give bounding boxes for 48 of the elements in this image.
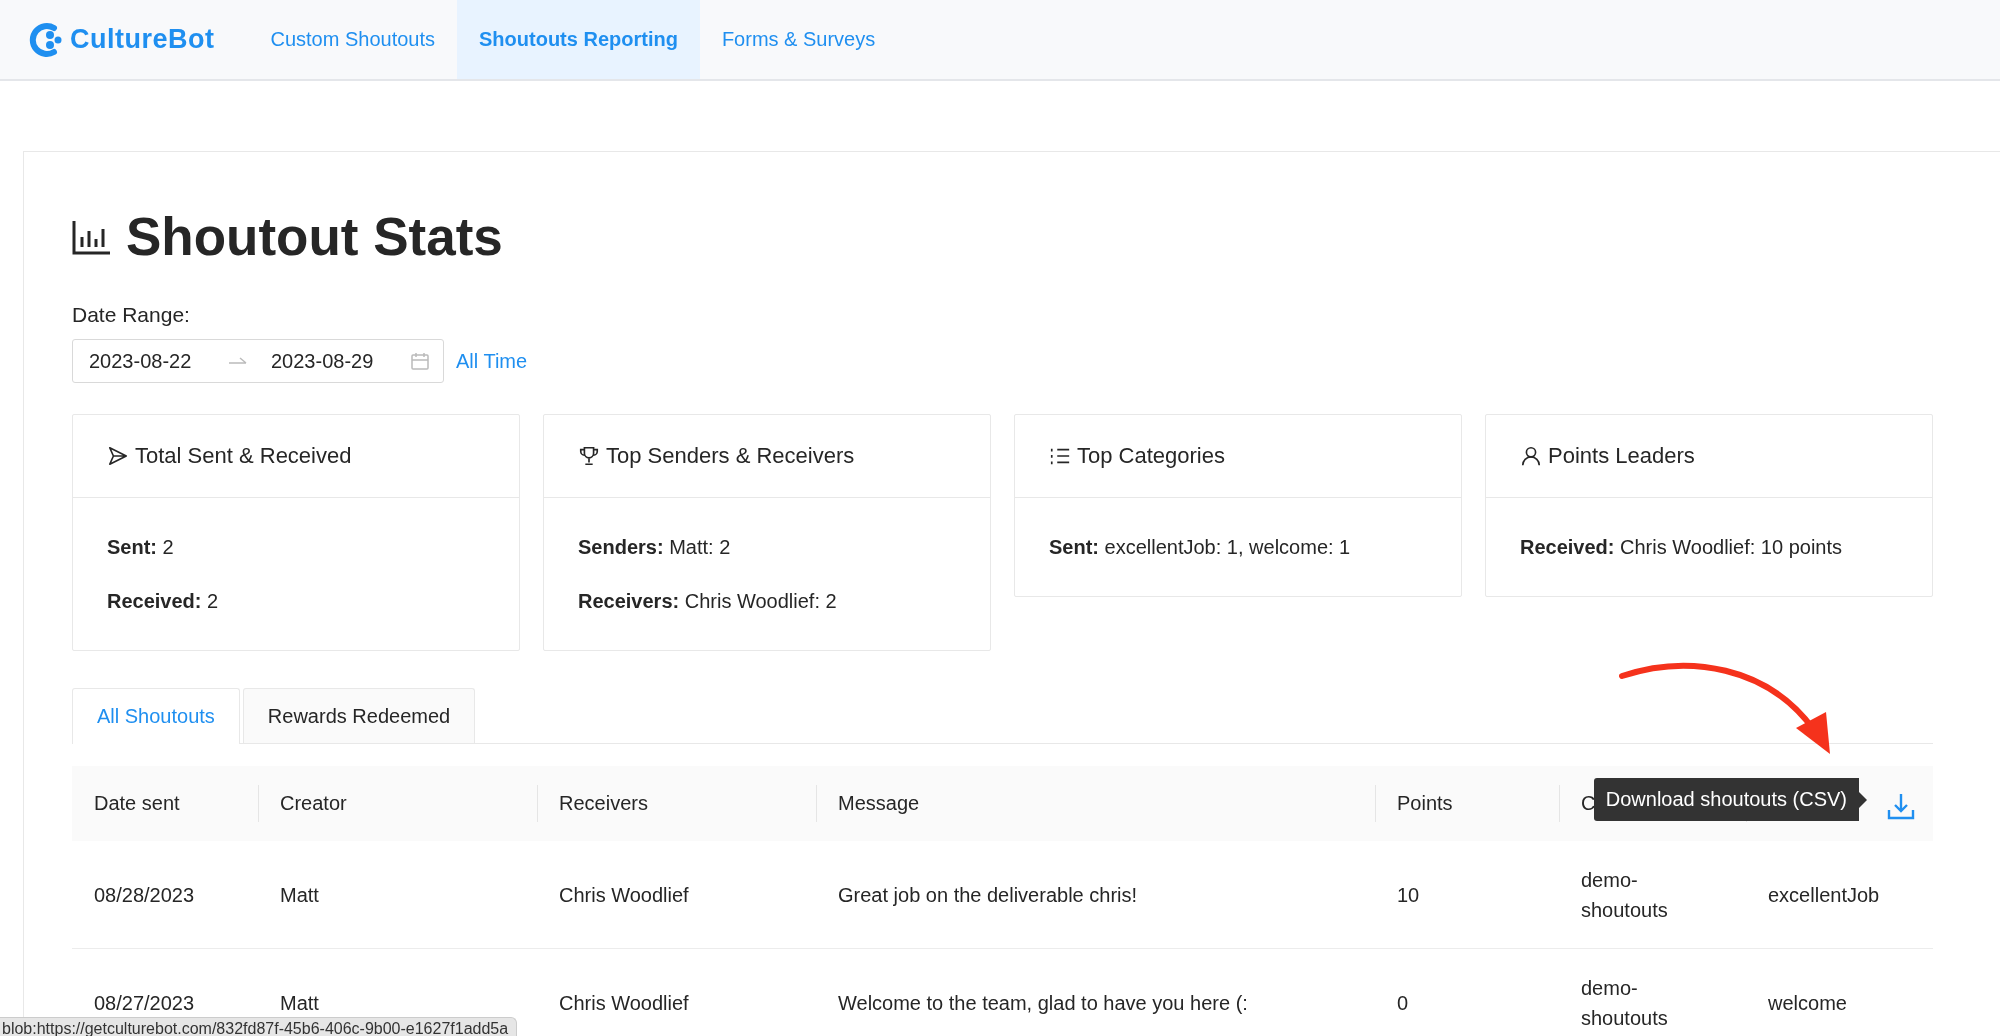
column-header: Creator xyxy=(280,792,347,814)
table-cell: 08/28/2023 xyxy=(94,883,195,906)
card-title: Total Sent & Received xyxy=(135,443,352,469)
table-cell: 08/27/2023 xyxy=(94,991,195,1014)
stat-line: Senders: Matt: 2 xyxy=(578,535,732,560)
date-range-picker[interactable]: 2023-08-22 2023-08-29 xyxy=(72,339,444,383)
card-title: Top Categories xyxy=(1077,443,1225,469)
calendar-icon xyxy=(411,352,429,370)
stat-line: Received: Chris Woodlief: 10 points xyxy=(1520,535,1844,560)
send-icon xyxy=(107,445,129,467)
bar-chart-icon xyxy=(72,218,112,255)
table-cell: Chris Woodlief xyxy=(559,991,689,1014)
nav-tab[interactable]: Custom Shoutouts xyxy=(248,0,457,79)
table-tab[interactable]: Rewards Redeemed xyxy=(242,688,476,743)
trophy-icon xyxy=(578,445,600,467)
table-cell-text: demo-shoutouts xyxy=(1581,975,1669,1031)
column-header: Receivers xyxy=(559,792,648,814)
table-cell: Welcome to the team, glad to have you here (: xyxy=(838,991,1248,1014)
column-header: Message xyxy=(838,792,920,814)
table-cell: excellentJob xyxy=(1768,883,1880,906)
nav-tab[interactable]: Shoutouts Reporting xyxy=(457,0,700,79)
column-header: C xyxy=(1581,792,1596,814)
arrow-icon xyxy=(229,357,247,365)
user-icon xyxy=(1520,445,1542,467)
table-tab[interactable]: All Shoutouts xyxy=(72,688,240,744)
stat-line: Sent: excellentJob: 1, welcome: 1 xyxy=(1049,535,1352,560)
table-cell: 10 xyxy=(1397,883,1420,906)
brand-name: CultureBot xyxy=(70,24,215,55)
table-cell: Chris Woodlief xyxy=(559,883,689,906)
table-cell: Great job on the deliverable chris! xyxy=(838,883,1138,906)
date-range-label: Date Range: xyxy=(72,303,191,327)
tooltip: Download shoutouts (CSV) xyxy=(1593,778,1867,821)
table-cell-text: demo-shoutouts xyxy=(1581,867,1669,923)
card-title: Top Senders & Receivers xyxy=(606,443,855,469)
table-cell: Matt xyxy=(280,991,319,1014)
stat-line: Receivers: Chris Woodlief: 2 xyxy=(578,589,838,614)
download-icon xyxy=(1887,792,1915,820)
column-header: Points xyxy=(1397,792,1453,814)
all-time-link[interactable]: All Time xyxy=(456,349,528,373)
table-cell: Matt xyxy=(280,883,319,906)
page-title: Shoutout Stats xyxy=(126,206,503,267)
table-cell: welcome xyxy=(1768,991,1847,1014)
nav-tab[interactable]: Forms & Surveys xyxy=(699,0,898,79)
stat-line: Received: 2 xyxy=(107,589,220,614)
table-cell: 0 xyxy=(1397,991,1409,1014)
column-header: Date sent xyxy=(94,792,180,814)
stat-line: Sent: 2 xyxy=(107,535,175,560)
card-title: Points Leaders xyxy=(1548,443,1695,469)
